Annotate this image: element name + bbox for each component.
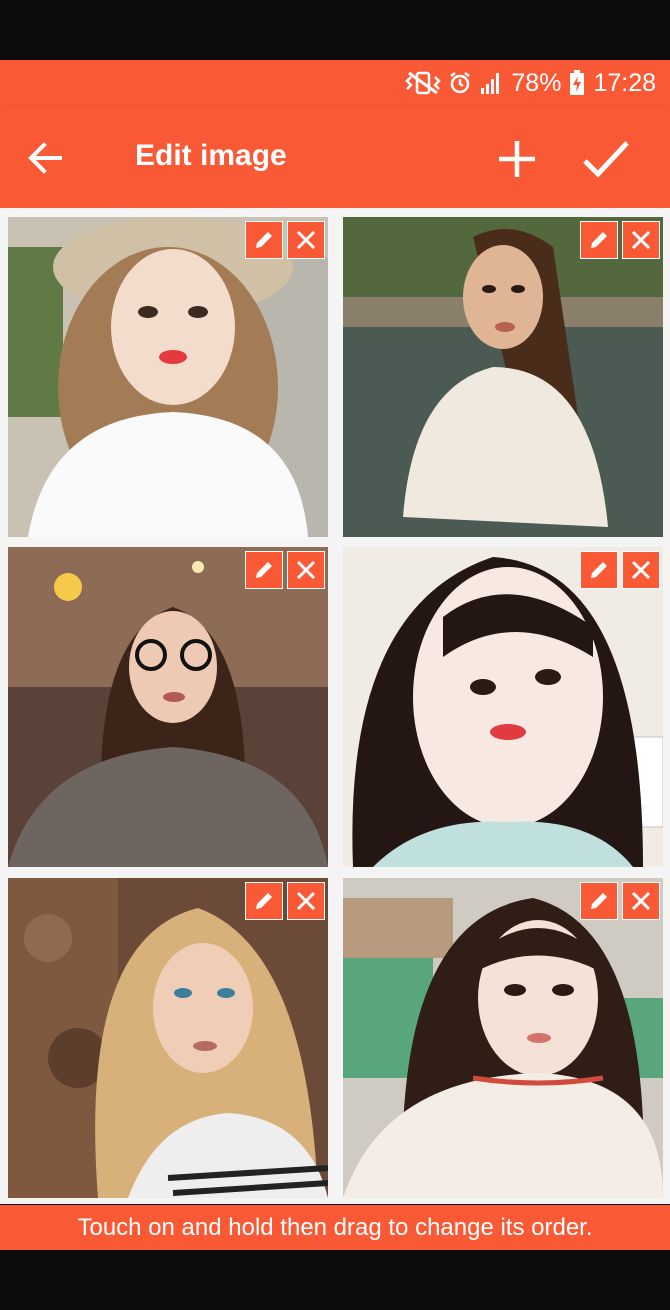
- remove-button[interactable]: [287, 551, 325, 589]
- edit-button[interactable]: [580, 882, 618, 920]
- pencil-icon: [256, 562, 272, 578]
- plus-icon[interactable]: [494, 136, 540, 182]
- remove-button[interactable]: [622, 221, 660, 259]
- edit-button[interactable]: [245, 221, 283, 259]
- image-tile-5[interactable]: [8, 878, 328, 1198]
- photo-6: [343, 878, 663, 1198]
- image-tile-4[interactable]: [343, 547, 663, 867]
- back-arrow-icon[interactable]: [24, 137, 66, 179]
- alarm-icon: [450, 72, 471, 94]
- signal-icon: [481, 73, 500, 94]
- close-icon: [296, 560, 316, 580]
- remove-button[interactable]: [287, 882, 325, 920]
- image-tile-2[interactable]: [343, 217, 663, 537]
- close-icon: [631, 891, 651, 911]
- image-tile-3[interactable]: [8, 547, 328, 867]
- photo-3: [8, 547, 328, 867]
- close-icon: [296, 891, 316, 911]
- photo-4: [343, 547, 663, 867]
- image-tile-6[interactable]: [343, 878, 663, 1198]
- pencil-icon: [591, 232, 607, 248]
- status-bar: 78% 17:28: [0, 60, 670, 106]
- remove-button[interactable]: [622, 551, 660, 589]
- edit-button[interactable]: [245, 551, 283, 589]
- image-grid: [0, 208, 670, 1204]
- reorder-hint: Touch on and hold then drag to change it…: [0, 1205, 670, 1250]
- pencil-icon: [591, 893, 607, 909]
- photo-1: [8, 217, 328, 537]
- pencil-icon: [256, 232, 272, 248]
- status-icons: 78% 17:28: [405, 68, 656, 98]
- check-icon[interactable]: [580, 136, 632, 182]
- page-title: Edit image: [135, 139, 287, 172]
- photo-2: [343, 217, 663, 537]
- image-tile-1[interactable]: [8, 217, 328, 537]
- photo-5: [8, 878, 328, 1198]
- pencil-icon: [591, 562, 607, 578]
- remove-button[interactable]: [287, 221, 325, 259]
- edit-button[interactable]: [580, 221, 618, 259]
- close-icon: [296, 230, 316, 250]
- edit-button[interactable]: [580, 551, 618, 589]
- edit-button[interactable]: [245, 882, 283, 920]
- battery-level: 78%: [511, 68, 562, 97]
- close-icon: [631, 230, 651, 250]
- app-bar: Edit image: [0, 106, 670, 208]
- battery-charging-icon: [570, 70, 585, 95]
- remove-button[interactable]: [622, 882, 660, 920]
- vibrate-mute-icon: [405, 71, 442, 95]
- close-icon: [631, 560, 651, 580]
- reorder-hint-text: Touch on and hold then drag to change it…: [77, 1213, 593, 1241]
- pencil-icon: [256, 893, 272, 909]
- clock-time: 17:28: [593, 68, 656, 97]
